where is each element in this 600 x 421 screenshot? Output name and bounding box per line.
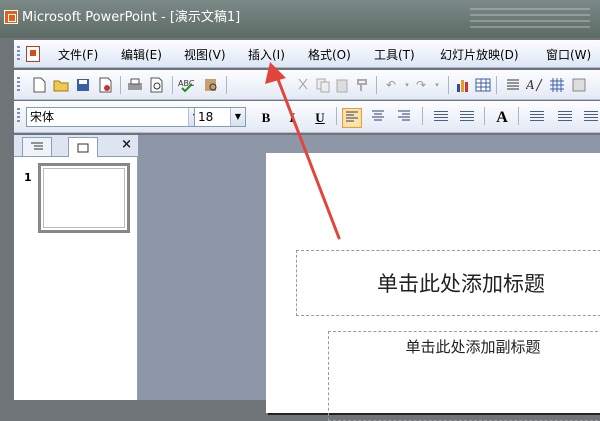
annotation-arrow xyxy=(265,62,341,240)
